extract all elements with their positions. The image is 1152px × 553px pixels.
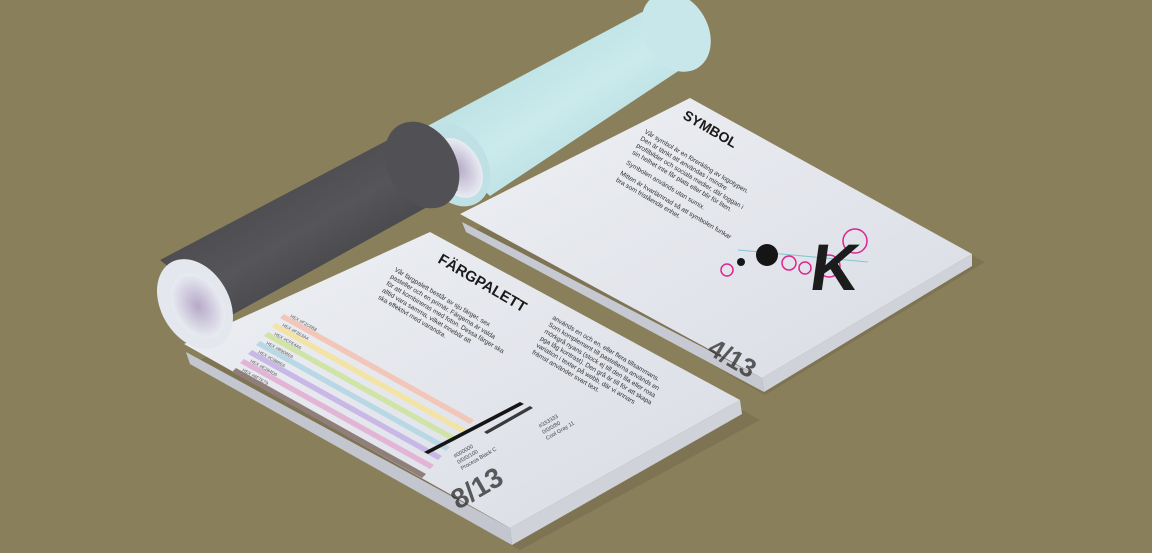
brochure-mockup-scene: SYMBOL Vår symbol är en förenkling av lo…: [157, 0, 985, 550]
